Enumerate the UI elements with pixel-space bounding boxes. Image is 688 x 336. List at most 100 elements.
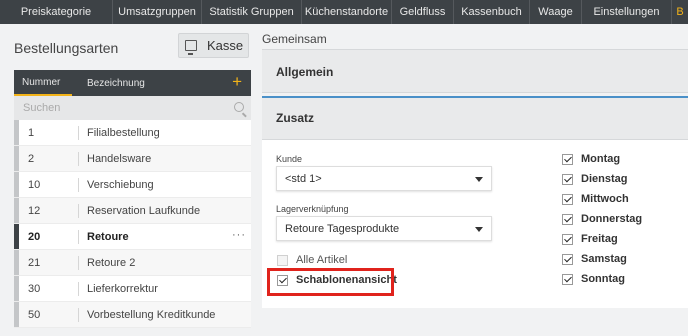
- table-body: 1 Filialbestellung 2 Handelsware 10 Vers…: [14, 120, 251, 328]
- tab-kassenbuch[interactable]: Kassenbuch: [454, 0, 530, 24]
- search-input[interactable]: Suchen: [14, 96, 251, 120]
- row-name: Handelsware: [87, 153, 152, 165]
- table-row[interactable]: 2 Handelsware: [14, 146, 251, 172]
- row-marker: [14, 146, 19, 171]
- row-number: 21: [28, 257, 41, 269]
- search-placeholder: Suchen: [23, 102, 61, 114]
- kunde-select[interactable]: <std 1>: [276, 166, 492, 191]
- chevron-down-icon: [475, 227, 483, 232]
- row-marker: [14, 120, 19, 145]
- tab-waage[interactable]: Waage: [530, 0, 582, 24]
- checkbox-label: Freitag: [581, 233, 618, 245]
- checkmark-icon: [562, 273, 573, 285]
- checkbox-label: Samstag: [581, 253, 627, 265]
- table-row[interactable]: 10 Verschiebung: [14, 172, 251, 198]
- day-donnerstag-checkbox[interactable]: Donnerstag: [562, 213, 642, 225]
- bestellungsarten-pane: Bestellungsarten Kasse Nummer Bezeichnun…: [0, 24, 251, 336]
- checkmark-icon: [562, 193, 573, 205]
- column-header-bezeichnung[interactable]: Bezeichnung: [87, 70, 145, 96]
- column-divider: [78, 282, 79, 296]
- checkbox-box: [277, 254, 288, 266]
- allgemein-panel-header[interactable]: Allgemein: [262, 49, 688, 93]
- tab-geldfluss[interactable]: Geldfluss: [392, 0, 454, 24]
- tab-preiskategorie[interactable]: Preiskategorie: [0, 0, 113, 24]
- table-row[interactable]: 21 Retoure 2: [14, 250, 251, 276]
- kasse-button[interactable]: Kasse: [178, 33, 249, 58]
- tab-kuechenstandorte[interactable]: Küchenstandorte: [302, 0, 392, 24]
- checkbox-label: Donnerstag: [581, 213, 643, 225]
- checkbox-label: Mittwoch: [581, 193, 629, 205]
- tab-einstellungen[interactable]: Einstellungen: [582, 0, 672, 24]
- search-icon: [234, 102, 244, 112]
- day-mittwoch-checkbox[interactable]: Mittwoch: [562, 193, 629, 205]
- top-navigation: Preiskategorie Umsatzgruppen Statistik G…: [0, 0, 688, 24]
- row-number: 12: [28, 205, 41, 217]
- checkmark-icon: [562, 233, 573, 245]
- column-header-nummer[interactable]: Nummer: [14, 70, 72, 96]
- checkbox-label: Sonntag: [581, 273, 625, 285]
- tab-umsatzgruppen[interactable]: Umsatzgruppen: [113, 0, 202, 24]
- column-divider: [78, 204, 79, 218]
- row-number: 50: [28, 309, 41, 321]
- tab-statistik-gruppen[interactable]: Statistik Gruppen: [202, 0, 302, 24]
- day-dienstag-checkbox[interactable]: Dienstag: [562, 173, 627, 185]
- row-marker: [14, 198, 19, 223]
- row-marker: [14, 224, 19, 249]
- row-marker: [14, 172, 19, 197]
- checkmark-icon: [562, 173, 573, 185]
- checkbox-label: Montag: [581, 153, 621, 165]
- allgemein-title: Allgemein: [276, 65, 334, 79]
- row-name: Lieferkorrektur: [87, 283, 158, 295]
- monitor-icon: [185, 40, 197, 55]
- row-name: Reservation Laufkunde: [87, 205, 201, 217]
- table-row[interactable]: 1 Filialbestellung: [14, 120, 251, 146]
- day-montag-checkbox[interactable]: Montag: [562, 153, 620, 165]
- lager-value: Retoure Tagesprodukte: [285, 222, 400, 235]
- row-number: 2: [28, 153, 35, 165]
- row-name: Filialbestellung: [87, 127, 160, 139]
- zusatz-title: Zusatz: [276, 111, 315, 125]
- row-name: Verschiebung: [87, 179, 154, 191]
- row-number: 10: [28, 179, 41, 191]
- alle-artikel-checkbox[interactable]: Alle Artikel: [277, 254, 347, 266]
- table-row[interactable]: 30 Lieferkorrektur: [14, 276, 251, 302]
- zusatz-panel-header[interactable]: Zusatz: [262, 98, 688, 140]
- lager-label: Lagerverknüpfung: [276, 204, 349, 214]
- checkmark-icon: [562, 153, 573, 165]
- column-divider: [78, 178, 79, 192]
- chevron-down-icon: [475, 177, 483, 182]
- day-sonntag-checkbox[interactable]: Sonntag: [562, 273, 625, 285]
- table-row[interactable]: 12 Reservation Laufkunde: [14, 198, 251, 224]
- table-header: Nummer Bezeichnung +: [14, 70, 251, 96]
- annotation-highlight-box: [267, 268, 394, 296]
- column-divider: [78, 308, 79, 322]
- column-divider: [78, 126, 79, 140]
- checkmark-icon: [562, 213, 573, 225]
- checkbox-label: Dienstag: [581, 173, 628, 185]
- row-name: Retoure 2: [87, 257, 136, 269]
- add-icon[interactable]: +: [232, 73, 242, 91]
- kasse-button-label: Kasse: [207, 38, 244, 53]
- column-divider: [78, 152, 79, 166]
- kunde-label: Kunde: [276, 154, 303, 164]
- lager-select[interactable]: Retoure Tagesprodukte: [276, 216, 492, 241]
- kunde-value: <std 1>: [285, 172, 322, 185]
- pane-title: Bestellungsarten: [14, 40, 119, 56]
- row-menu-icon[interactable]: ···: [232, 229, 246, 241]
- column-divider: [78, 230, 79, 244]
- table-row-selected[interactable]: 20 Retoure ···: [14, 224, 251, 250]
- day-samstag-checkbox[interactable]: Samstag: [562, 253, 627, 265]
- row-marker: [14, 302, 19, 327]
- row-marker: [14, 250, 19, 275]
- row-number: 1: [28, 127, 35, 139]
- row-name: Retoure: [87, 231, 129, 243]
- row-number: 30: [28, 283, 41, 295]
- checkmark-icon: [562, 253, 573, 265]
- column-divider: [78, 256, 79, 270]
- tab-truncated[interactable]: B: [672, 0, 688, 24]
- row-marker: [14, 276, 19, 301]
- table-row[interactable]: 50 Vorbestellung Kreditkunde: [14, 302, 251, 328]
- day-freitag-checkbox[interactable]: Freitag: [562, 233, 618, 245]
- checkbox-label: Alle Artikel: [296, 254, 348, 266]
- row-number: 20: [28, 231, 41, 243]
